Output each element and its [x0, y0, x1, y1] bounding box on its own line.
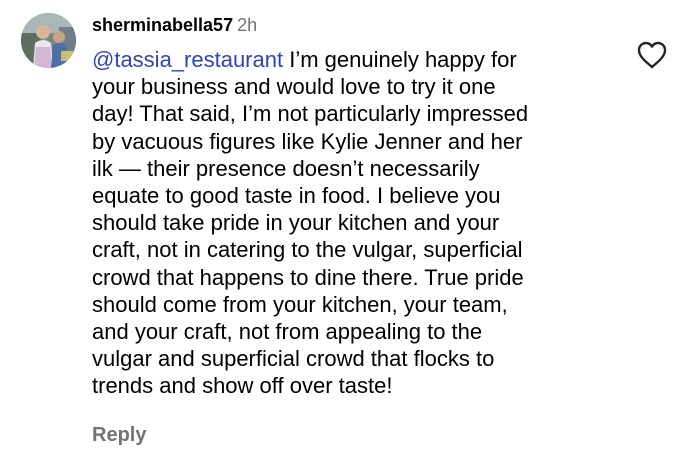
reply-button[interactable]: Reply	[92, 423, 146, 447]
comment-line: ilk — their presence doesn’t necessarily	[92, 155, 480, 181]
heart-outline-icon[interactable]	[637, 41, 667, 69]
comment-line: day! That said, I’m not particularly imp…	[92, 101, 529, 127]
username-link[interactable]: sherminabella57	[92, 15, 233, 35]
comment-line: your business and would love to try it o…	[92, 74, 496, 100]
comment-line: @tassia_restaurant I’m genuinely happy f…	[92, 46, 612, 73]
comment-header: sherminabella57 2h	[92, 14, 257, 38]
comment-line: should come from your kitchen, your team…	[92, 291, 508, 317]
comment-line: vulgar and superficial crowd that flocks…	[92, 346, 495, 372]
comment-line-text: I’m genuinely happy for	[283, 47, 517, 72]
comment-line: should take pride in your kitchen and yo…	[92, 210, 500, 236]
comment-text: @tassia_restaurant I’m genuinely happy f…	[92, 46, 612, 400]
comment-line: craft, not in catering to the vulgar, su…	[92, 237, 523, 263]
avatar-photo	[21, 13, 76, 68]
mention-link[interactable]: @tassia_restaurant	[92, 47, 283, 72]
avatar[interactable]	[21, 13, 76, 68]
comment-line: equate to good taste in food. I believe …	[92, 183, 501, 209]
comment-line: trends and show off over taste!	[92, 373, 393, 399]
comment: sherminabella57 2h @tassia_restaurant I’m…	[0, 0, 700, 459]
comment-line: and your craft, not from appealing to th…	[92, 319, 483, 345]
timestamp: 2h	[237, 15, 258, 35]
comment-line: crowd that happens to dine there. True p…	[92, 264, 524, 290]
comment-line: by vacuous figures like Kylie Jenner and…	[92, 128, 523, 154]
